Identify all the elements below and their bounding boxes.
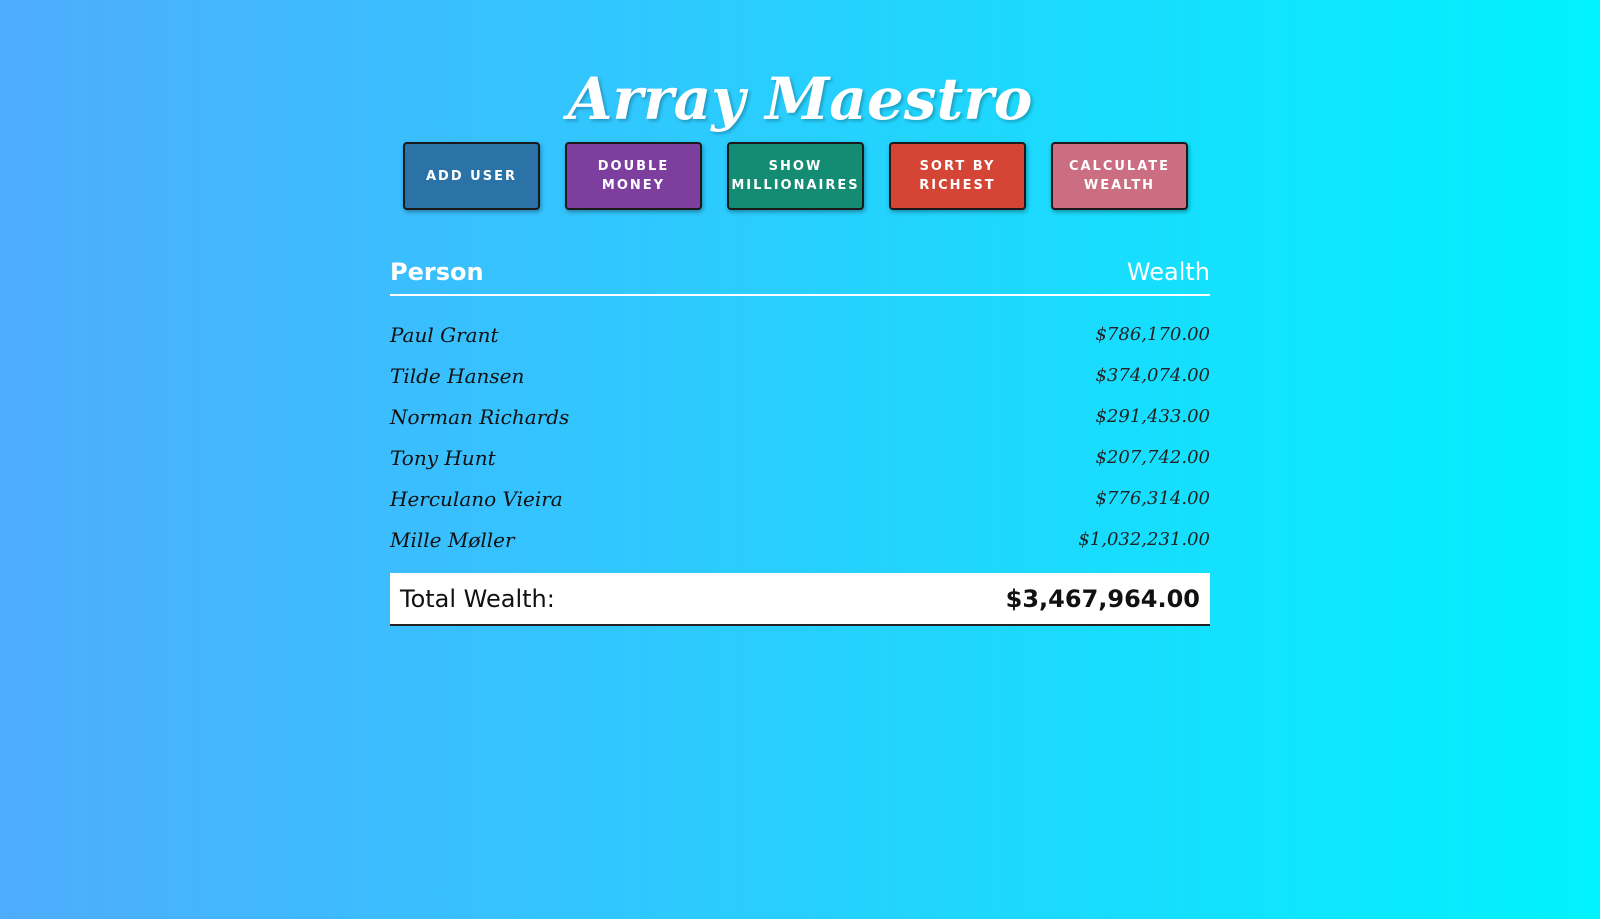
total-wealth-label: Total Wealth: [400,584,555,613]
table-body: Paul Grant $786,170.00 Tilde Hansen $374… [390,314,1210,560]
calculate-wealth-button[interactable]: CALCULATE WEALTH [1051,142,1188,210]
table-row: Tony Hunt $207,742.00 [390,437,1210,478]
person-name: Norman Richards [390,404,570,429]
add-user-button[interactable]: ADD USER [403,142,540,210]
person-column-header: Person [390,258,484,286]
person-wealth: $207,742.00 [1095,447,1210,468]
person-wealth: $786,170.00 [1095,324,1210,345]
person-name: Herculano Vieira [390,486,563,511]
wealth-table: Person Wealth Paul Grant $786,170.00 Til… [390,250,1210,560]
table-row: Herculano Vieira $776,314.00 [390,478,1210,519]
person-wealth: $291,433.00 [1095,406,1210,427]
double-money-button[interactable]: DOUBLE MONEY [565,142,702,210]
table-row: Tilde Hansen $374,074.00 [390,355,1210,396]
table-header: Person Wealth [390,250,1210,296]
action-toolbar: ADD USER DOUBLE MONEY SHOW MILLIONAIRES … [403,142,1188,210]
person-name: Tilde Hansen [390,363,525,388]
total-wealth-bar: Total Wealth: $3,467,964.00 [390,573,1210,626]
person-wealth: $776,314.00 [1095,488,1210,509]
table-row: Paul Grant $786,170.00 [390,314,1210,355]
person-name: Tony Hunt [390,445,496,470]
total-wealth-value: $3,467,964.00 [1005,584,1200,613]
sort-by-richest-button[interactable]: SORT BY RICHEST [889,142,1026,210]
app-title: Array Maestro [567,64,1033,133]
table-row: Mille Møller $1,032,231.00 [390,519,1210,560]
person-wealth: $374,074.00 [1095,365,1210,386]
person-name: Paul Grant [390,322,499,347]
wealth-column-header: Wealth [1126,258,1210,286]
person-wealth: $1,032,231.00 [1078,529,1210,550]
person-name: Mille Møller [390,527,515,552]
show-millionaires-button[interactable]: SHOW MILLIONAIRES [727,142,864,210]
table-row: Norman Richards $291,433.00 [390,396,1210,437]
